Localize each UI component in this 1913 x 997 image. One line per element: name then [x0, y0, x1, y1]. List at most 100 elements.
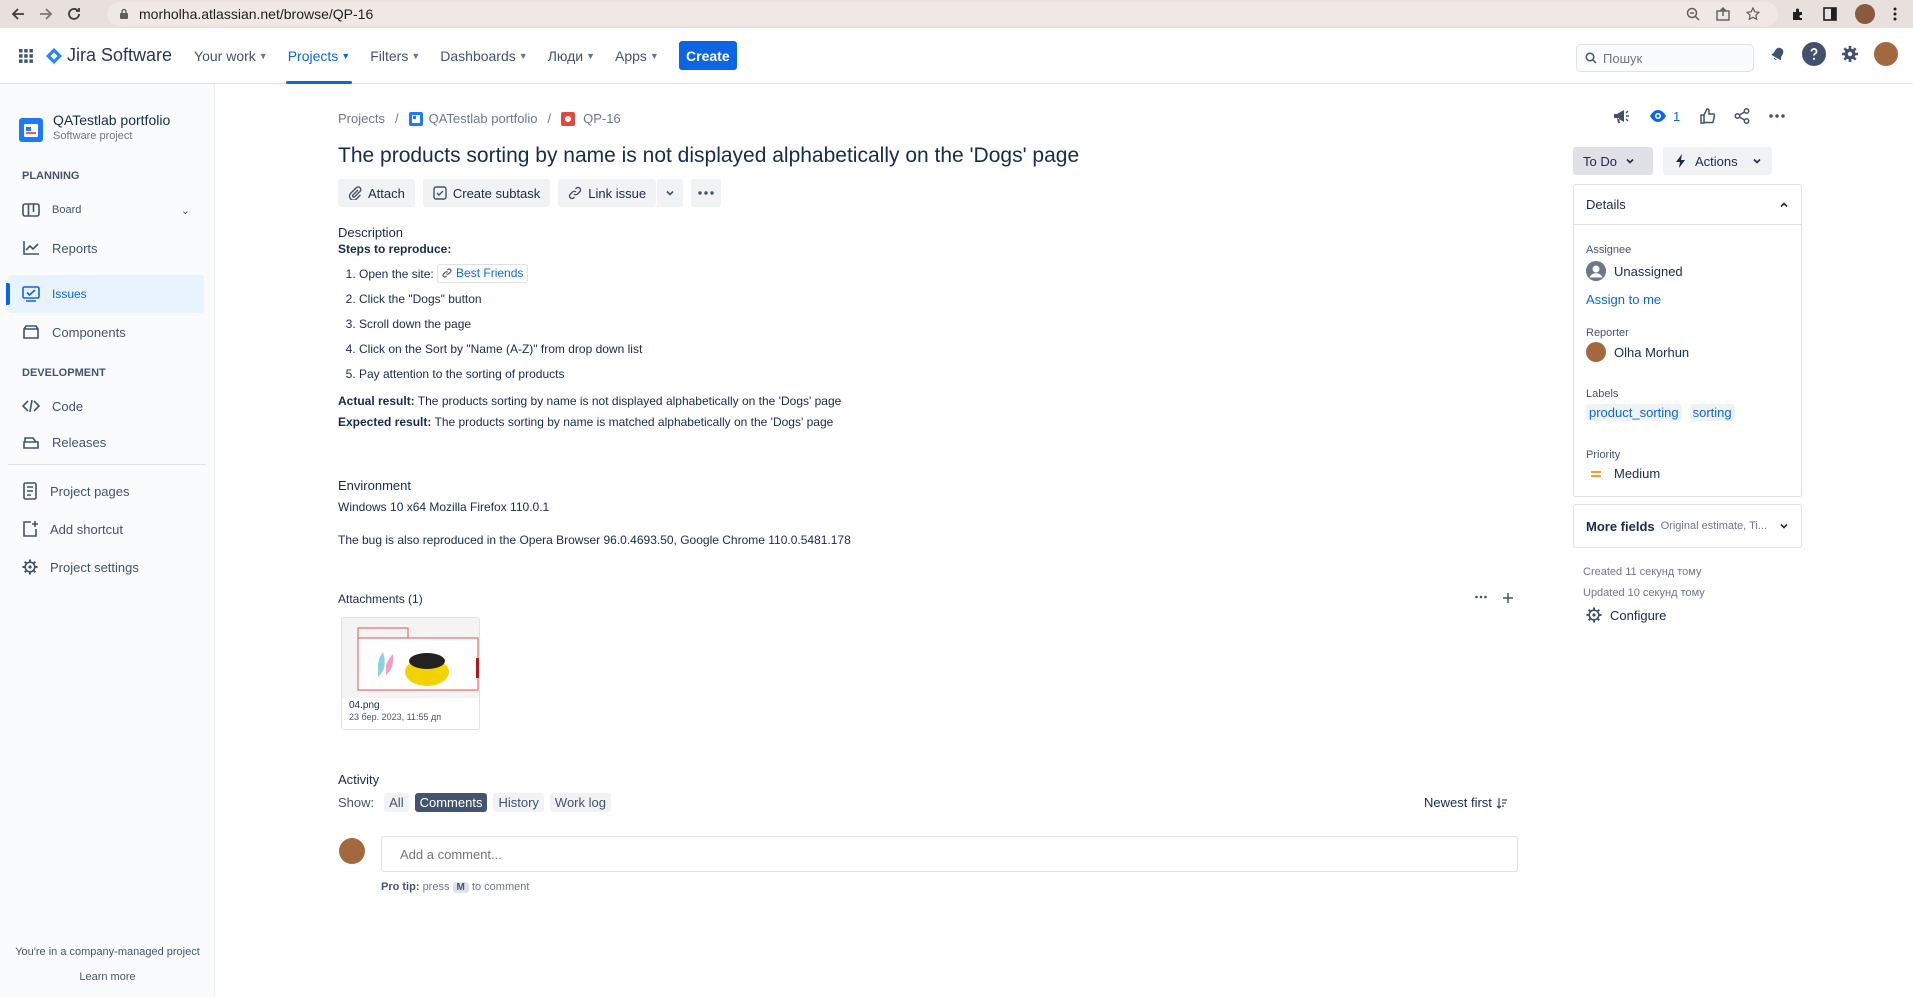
user-avatar[interactable] [1874, 42, 1898, 66]
thumbs-up-icon[interactable] [1699, 108, 1716, 124]
assign-to-me-link[interactable]: Assign to me [1586, 292, 1661, 307]
watchers-button[interactable]: 1 [1649, 109, 1680, 124]
more-fields-section[interactable]: More fields Original estimate, Ti... [1573, 504, 1802, 548]
sort-order-button[interactable]: Newest first [1424, 795, 1508, 810]
details-header[interactable]: Details [1574, 185, 1801, 225]
nav-dashboards[interactable]: Dashboards ▼ [440, 28, 527, 84]
created-timestamp: Created 11 секунд тому [1583, 566, 1702, 578]
sidebar-item-add-shortcut[interactable]: Add shortcut [8, 510, 204, 548]
sidebar-item-code[interactable]: Code [8, 387, 204, 425]
configure-button[interactable]: Configure [1586, 607, 1666, 623]
learn-more-link[interactable]: Learn more [0, 965, 215, 990]
link-issue-button[interactable]: Link issue [558, 179, 657, 207]
breadcrumb-issue-key[interactable]: QP-16 [583, 111, 621, 126]
comment-input[interactable] [381, 836, 1518, 872]
attachment-card[interactable]: 04.png 23 бер. 2023, 11:55 дп [341, 617, 480, 730]
company-managed-text: You're in a company-managed project [15, 946, 200, 958]
sidebar-item-project-settings[interactable]: Project settings [8, 548, 204, 586]
sidebar-item-reports[interactable]: Reports [8, 229, 204, 267]
more-vert-icon[interactable] [1893, 7, 1897, 21]
forward-icon[interactable] [32, 0, 60, 28]
filter-work-log[interactable]: Work log [549, 793, 611, 812]
add-attachment-icon[interactable] [1502, 592, 1514, 604]
more-horizontal-icon[interactable] [1769, 114, 1786, 118]
reporter-field[interactable]: Olha Morhun [1586, 342, 1689, 362]
filter-comments[interactable]: Comments [414, 793, 488, 812]
status-dropdown[interactable]: To Do [1573, 147, 1653, 175]
notifications-icon[interactable] [1766, 42, 1790, 66]
sidebar-item-releases[interactable]: Releases [8, 423, 204, 461]
search-field[interactable] [1576, 44, 1754, 72]
reload-icon[interactable] [60, 0, 88, 28]
profile-avatar[interactable] [1855, 4, 1875, 24]
code-icon [22, 398, 40, 414]
list-item: Click the "Dogs" button [359, 287, 1238, 312]
side-panel-icon[interactable] [1823, 7, 1837, 21]
search-input[interactable] [1603, 50, 1743, 66]
sidebar-item-board[interactable]: Board ⌄ [8, 191, 204, 229]
sidebar-item-issues[interactable]: Issues [6, 275, 204, 313]
lock-icon [119, 8, 129, 20]
zoom-icon[interactable] [1686, 7, 1700, 21]
settings-gear-icon[interactable] [1838, 42, 1862, 66]
sidebar-item-components[interactable]: Components [8, 313, 204, 351]
priority-field[interactable]: Medium [1586, 466, 1660, 481]
labels-label: Labels [1586, 388, 1619, 400]
filter-history[interactable]: History [493, 793, 544, 812]
more-actions-button[interactable] [691, 179, 722, 207]
expected-text: The products sorting by name is matched … [431, 415, 834, 429]
step-text: Scroll down the page [359, 317, 472, 331]
nav-your-work[interactable]: Your work ▼ [194, 28, 268, 84]
assignee-field[interactable]: Unassigned [1586, 261, 1683, 281]
back-icon[interactable] [4, 0, 32, 28]
more-fields-title: More fields [1586, 518, 1655, 534]
nav-apps[interactable]: Apps ▼ [615, 28, 659, 84]
filter-all[interactable]: All [384, 793, 409, 812]
attach-button[interactable]: Attach [338, 179, 415, 207]
extensions-icon[interactable] [1791, 7, 1805, 21]
pro-tip-text: press [422, 881, 450, 893]
bookmark-star-icon[interactable] [1746, 7, 1760, 21]
more-horizontal-icon[interactable] [1475, 595, 1487, 599]
project-header[interactable]: QATestlab portfolio Software project [19, 112, 170, 142]
sidebar-divider [8, 464, 206, 465]
nav-label: Projects [287, 47, 339, 64]
breadcrumb-projects[interactable]: Projects [338, 111, 385, 126]
link-issue-dropdown[interactable] [656, 179, 684, 207]
best-friends-link[interactable]: Best Friends [437, 263, 529, 283]
pro-tip-text: to comment [471, 881, 530, 893]
share-icon[interactable] [1716, 7, 1730, 21]
pro-tip: Pro tip: press M to comment [381, 881, 529, 893]
label-tag[interactable]: product_sorting [1586, 404, 1682, 421]
assignee-label: Assignee [1586, 244, 1632, 256]
breadcrumb-separator: / [547, 111, 552, 126]
issue-title[interactable]: The products sorting by name is not disp… [338, 144, 1079, 168]
project-sidebar: QATestlab portfolio Software project PLA… [0, 84, 215, 997]
configure-label: Configure [1610, 607, 1667, 623]
help-icon[interactable] [1802, 42, 1826, 66]
reporter-value: Olha Morhun [1614, 344, 1690, 360]
issues-icon [22, 286, 40, 302]
address-bar[interactable]: morholha.atlassian.net/browse/QP-16 [107, 2, 1778, 26]
nav-projects[interactable]: Projects ▼ [285, 28, 352, 84]
product-name: Jira Software [67, 45, 173, 65]
chevron-down-icon[interactable]: ⌄ [181, 204, 190, 217]
create-button[interactable]: Create [678, 41, 737, 70]
labels-field[interactable]: product_sorting sorting [1586, 404, 1735, 421]
actions-dropdown[interactable]: Actions [1663, 147, 1772, 175]
sidebar-item-project-pages[interactable]: Project pages [8, 472, 204, 510]
breadcrumb-project[interactable]: QATestlab portfolio [429, 111, 538, 126]
environment-line[interactable]: Windows 10 x64 Mozilla Firefox 110.0.1 [338, 500, 549, 514]
jira-logo[interactable]: Jira Software [46, 45, 172, 66]
nav-filters[interactable]: Filters ▼ [370, 28, 420, 84]
issue-timestamps: Created 11 секунд тому Updated 10 секунд… [1583, 562, 1705, 604]
create-subtask-button[interactable]: Create subtask [422, 179, 551, 207]
label-tag[interactable]: sorting [1689, 404, 1735, 421]
nav-people[interactable]: Люди ▼ [548, 28, 595, 84]
jira-logo-icon [46, 47, 62, 64]
feedback-megaphone-icon[interactable] [1612, 108, 1630, 124]
share-icon[interactable] [1734, 108, 1750, 124]
description-body[interactable]: Steps to reproduce: Open the site: Best … [338, 242, 1238, 433]
environment-line[interactable]: The bug is also reproduced in the Opera … [338, 533, 851, 547]
app-switcher-icon[interactable] [14, 44, 38, 68]
